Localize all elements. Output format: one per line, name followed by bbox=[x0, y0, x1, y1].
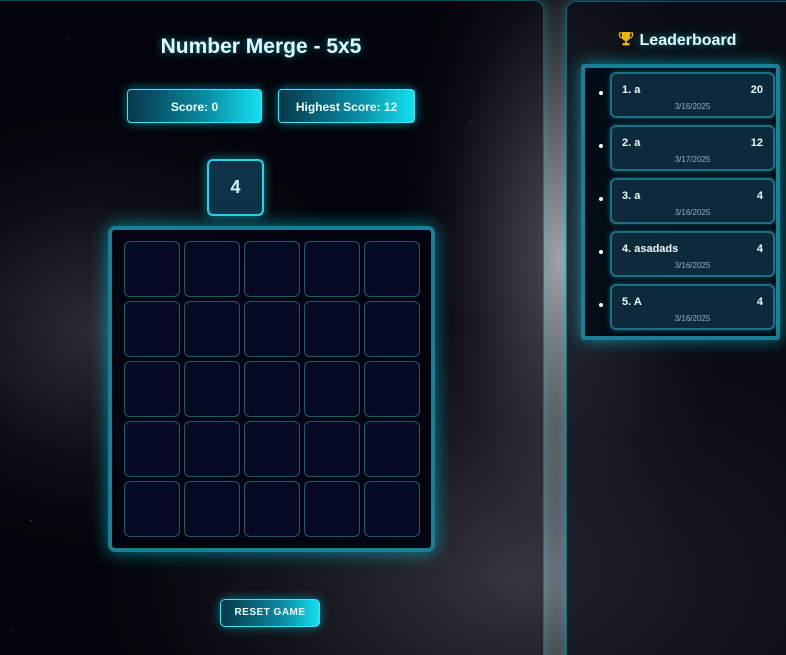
board-cell[interactable] bbox=[184, 481, 240, 537]
board-cell[interactable] bbox=[364, 301, 420, 357]
leaderboard-entry-name: 4. asadads bbox=[622, 243, 679, 255]
board-cell[interactable] bbox=[244, 241, 300, 297]
board-cell[interactable] bbox=[124, 421, 180, 477]
leaderboard-entry: 3. a 4 3/16/2025 bbox=[599, 178, 775, 224]
list-bullet bbox=[599, 250, 603, 254]
leaderboard-entry-date: 3/16/2025 bbox=[674, 208, 711, 217]
board-cell[interactable] bbox=[184, 421, 240, 477]
board-cell[interactable] bbox=[184, 301, 240, 357]
leaderboard-entry-name: 5. A bbox=[622, 296, 642, 308]
board-cell[interactable] bbox=[124, 361, 180, 417]
highest-score-display: Highest Score: 12 bbox=[278, 89, 415, 123]
board-cell[interactable] bbox=[304, 481, 360, 537]
board-cell[interactable] bbox=[184, 361, 240, 417]
leaderboard-title: Leaderboard bbox=[639, 32, 737, 49]
game-panel: Number Merge - 5x5 Score: 0 Highest Scor… bbox=[0, 0, 544, 655]
trophy-icon bbox=[618, 32, 633, 46]
board-cell[interactable] bbox=[304, 241, 360, 297]
leaderboard-entry: 5. A 4 3/16/2025 bbox=[599, 284, 775, 330]
leaderboard-entry: 1. a 20 3/16/2025 bbox=[599, 72, 775, 118]
game-board bbox=[108, 226, 435, 552]
board-cell[interactable] bbox=[364, 421, 420, 477]
board-cell[interactable] bbox=[304, 421, 360, 477]
leaderboard-entry: 4. asadads 4 3/16/2025 bbox=[599, 231, 775, 277]
list-bullet bbox=[599, 303, 603, 307]
leaderboard-entry-score: 20 bbox=[750, 84, 763, 96]
leaderboard-entry-score: 4 bbox=[756, 190, 763, 202]
board-cell[interactable] bbox=[124, 481, 180, 537]
score-display: Score: 0 bbox=[127, 89, 262, 123]
board-cell[interactable] bbox=[124, 241, 180, 297]
board-cell[interactable] bbox=[364, 361, 420, 417]
board-cell[interactable] bbox=[244, 301, 300, 357]
list-bullet bbox=[599, 91, 603, 95]
leaderboard-entry-name: 2. a bbox=[622, 137, 641, 149]
board-cell[interactable] bbox=[364, 241, 420, 297]
board-cell[interactable] bbox=[244, 361, 300, 417]
next-tile[interactable]: 4 bbox=[207, 159, 264, 216]
list-bullet bbox=[599, 144, 603, 148]
leaderboard-list: 1. a 20 3/16/2025 2. a 12 3/17/2025 3. a 4 3/16/… bbox=[581, 64, 780, 340]
board-cell[interactable] bbox=[124, 301, 180, 357]
leaderboard-entry-date: 3/16/2025 bbox=[674, 261, 711, 270]
board-cell[interactable] bbox=[304, 361, 360, 417]
list-bullet bbox=[599, 197, 603, 201]
leaderboard-entry-name: 3. a bbox=[622, 190, 641, 202]
leaderboard-entry-date: 3/17/2025 bbox=[674, 155, 711, 164]
leaderboard-entry: 2. a 12 3/17/2025 bbox=[599, 125, 775, 171]
board-cell[interactable] bbox=[244, 481, 300, 537]
leaderboard-header: Leaderboard bbox=[567, 31, 786, 50]
reset-game-button[interactable]: RESET GAME bbox=[220, 599, 320, 627]
leaderboard-entry-date: 3/16/2025 bbox=[674, 314, 711, 323]
board-cell[interactable] bbox=[364, 481, 420, 537]
game-title: Number Merge - 5x5 bbox=[160, 35, 362, 58]
leaderboard-entry-score: 12 bbox=[750, 137, 763, 149]
leaderboard-entry-score: 4 bbox=[756, 243, 763, 255]
board-cell[interactable] bbox=[184, 241, 240, 297]
leaderboard-entry-score: 4 bbox=[756, 296, 763, 308]
leaderboard-entry-date: 3/16/2025 bbox=[674, 102, 711, 111]
leaderboard-entry-name: 1. a bbox=[622, 84, 641, 96]
board-cell[interactable] bbox=[304, 301, 360, 357]
board-cell[interactable] bbox=[244, 421, 300, 477]
